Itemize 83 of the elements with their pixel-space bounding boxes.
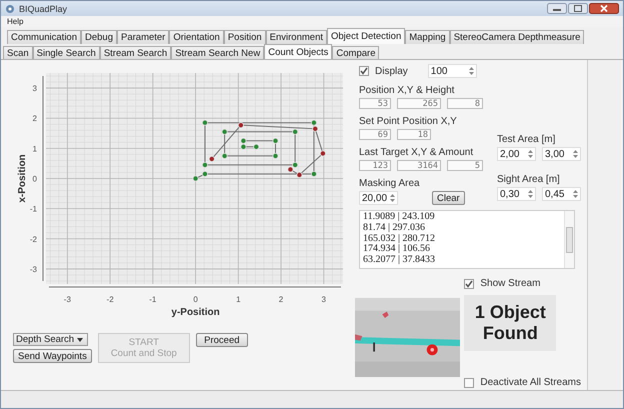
axis-title: x-Position: [17, 154, 28, 203]
tab[interactable]: Debug: [81, 30, 117, 44]
number-field[interactable]: 20,00: [359, 191, 398, 205]
list-item[interactable]: 63.2077 | 37.8433: [363, 255, 436, 266]
spinner-arrows-icon[interactable]: [572, 189, 579, 199]
field-label: Position X,Y & Height: [359, 85, 456, 96]
tick-label: -1: [30, 204, 37, 214]
tick-label: 3: [322, 295, 326, 304]
tick-label: -1: [149, 295, 156, 304]
field-label: Masking Area: [359, 178, 421, 189]
mode-dropdown[interactable]: Depth Search: [13, 333, 88, 346]
readout-field: 53: [359, 98, 391, 109]
list-item[interactable]: 174.934 | 106.56: [363, 244, 430, 256]
tick-label: 2: [278, 295, 284, 304]
send-waypoints-button[interactable]: Send Waypoints: [13, 349, 92, 363]
axis-title: y-Position: [171, 307, 220, 318]
readout-field: 3164: [397, 160, 441, 171]
coordinates-list[interactable]: 11.9089 | 243.109 81.74 | 297.036 165.032 | 280.712 174.934 | 106.56 63.2077 | 37.8433: [359, 210, 575, 269]
tab[interactable]: Mapping: [405, 30, 450, 44]
scrollbar[interactable]: [564, 211, 574, 268]
tab[interactable]: Orientation: [169, 30, 224, 44]
spinner-arrows-icon[interactable]: [527, 149, 534, 159]
tab[interactable]: Position: [224, 30, 266, 44]
list-item[interactable]: 81.74 | 297.036: [363, 222, 426, 234]
tab[interactable]: Single Search: [32, 46, 100, 59]
number-field[interactable]: 0,30: [497, 187, 536, 201]
tab[interactable]: Count Objects: [264, 44, 332, 59]
number-field[interactable]: 2,00: [497, 147, 536, 161]
tick-label: 3: [32, 84, 37, 94]
window-title: BIQuadPlay: [19, 4, 68, 14]
tick-label: -3: [64, 295, 71, 304]
clear-button[interactable]: Clear: [432, 191, 465, 205]
spinner-arrows-icon[interactable]: [527, 189, 534, 199]
tab[interactable]: Stream Search New: [171, 46, 264, 59]
maximize-icon[interactable]: [568, 3, 588, 14]
tick-label: 0: [32, 174, 37, 184]
tab[interactable]: Environment: [266, 30, 327, 44]
point-marker: [192, 176, 199, 182]
tab[interactable]: Parameter: [117, 30, 170, 44]
spinner-arrows-icon[interactable]: [389, 193, 396, 203]
tab[interactable]: Object Detection: [327, 28, 406, 44]
number-field[interactable]: 0,45: [542, 187, 581, 201]
close-icon[interactable]: [589, 3, 619, 14]
tick-label: 0: [193, 295, 198, 304]
tab[interactable]: Communication: [7, 30, 81, 44]
tick-label: 2: [32, 114, 37, 124]
app-icon: [5, 4, 15, 14]
checkbox[interactable]: [359, 66, 369, 76]
readout-field: 69: [359, 129, 391, 140]
tab[interactable]: Compare: [332, 46, 380, 59]
result-text: 1 Object Found: [464, 295, 556, 351]
minimize-icon[interactable]: [547, 3, 567, 14]
tick-label: 1: [32, 144, 37, 154]
tick-label: -3: [30, 264, 37, 274]
checkbox[interactable]: [464, 278, 474, 288]
field-label: Set Point Position X,Y: [359, 116, 458, 127]
readout-field: 265: [397, 98, 441, 109]
list-item[interactable]: 165.032 | 280.712: [363, 234, 436, 244]
tab[interactable]: Scan: [3, 46, 33, 59]
tick-label: -2: [30, 234, 37, 244]
checkbox[interactable]: [464, 378, 474, 388]
tick-label: -2: [106, 295, 114, 304]
proceed-button[interactable]: Proceed: [196, 333, 248, 347]
spinner-arrows-icon[interactable]: [572, 149, 579, 159]
dropdown-arrow-icon: [77, 338, 83, 342]
number-field[interactable]: 3,00: [542, 147, 581, 161]
readout-field: 123: [359, 160, 391, 171]
field-label: Sight Area [m]: [497, 174, 561, 185]
tab[interactable]: Stream Search: [100, 46, 172, 59]
menu-item[interactable]: Help: [7, 17, 24, 26]
readout-field: 8: [447, 98, 483, 109]
field-label: Test Area [m]: [497, 134, 556, 145]
readout-field: 5: [447, 160, 483, 171]
spinner-arrows-icon[interactable]: [468, 66, 475, 76]
number-field[interactable]: 100: [428, 64, 477, 78]
tab[interactable]: StereoCamera Depthmeasure: [450, 30, 584, 44]
list-item[interactable]: 11.9089 | 243.109: [363, 212, 435, 223]
readout-field: 18: [397, 129, 431, 140]
tick-label: 1: [236, 295, 241, 304]
deactivate-label: Deactivate All Streams: [480, 377, 581, 388]
display-label: Display: [375, 66, 408, 76]
show-stream-label: Show Stream: [480, 278, 540, 289]
field-label: Last Target X,Y & Amount: [359, 147, 474, 158]
